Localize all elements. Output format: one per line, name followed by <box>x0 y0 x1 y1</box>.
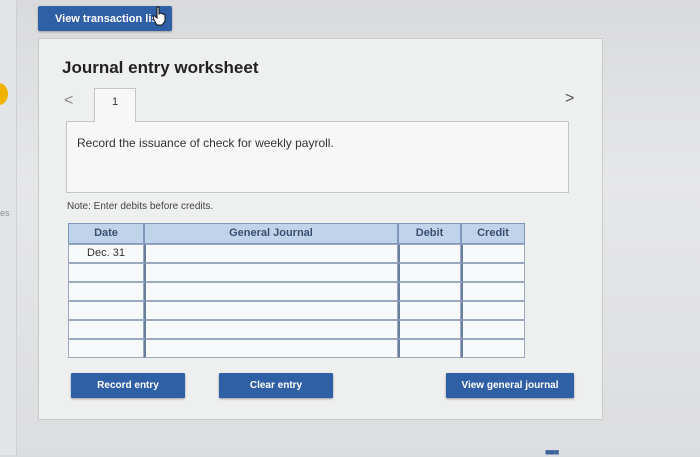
column-header-date: Date <box>68 223 144 244</box>
column-header-debit: Debit <box>398 223 461 244</box>
left-sidebar-edge <box>0 0 17 455</box>
date-cell[interactable] <box>68 282 144 301</box>
clear-entry-button[interactable]: Clear entry <box>219 373 333 398</box>
account-select-cell[interactable] <box>144 320 398 339</box>
hand-pointer-icon <box>152 6 166 26</box>
journal-entry-table: Date General Journal Debit Credit Dec. 3… <box>68 223 525 360</box>
table-row <box>68 339 525 358</box>
column-header-general-journal: General Journal <box>144 223 398 244</box>
date-cell[interactable] <box>68 339 144 358</box>
debit-input-cell[interactable] <box>398 244 461 263</box>
credit-input-cell[interactable] <box>461 339 525 358</box>
account-select-cell[interactable] <box>144 339 398 358</box>
debit-input-cell[interactable] <box>398 263 461 282</box>
table-row <box>68 282 525 301</box>
credit-input-cell[interactable] <box>461 244 525 263</box>
credit-input-cell[interactable] <box>461 263 525 282</box>
debits-note: Note: Enter debits before credits. <box>67 201 214 212</box>
credit-input-cell[interactable] <box>461 301 525 320</box>
debit-input-cell[interactable] <box>398 339 461 358</box>
entry-tab-number: 1 <box>111 96 119 108</box>
account-select-cell[interactable] <box>144 301 398 320</box>
date-cell[interactable] <box>68 263 144 282</box>
record-entry-button[interactable]: Record entry <box>71 373 185 398</box>
column-header-credit: Credit <box>461 223 525 244</box>
more-dots-icon: ■■■ <box>545 447 559 457</box>
date-cell[interactable] <box>68 320 144 339</box>
date-cell[interactable]: Dec. 31 <box>68 244 144 263</box>
account-select-cell[interactable] <box>144 282 398 301</box>
table-row <box>68 263 525 282</box>
table-row: Dec. 31 <box>68 244 525 263</box>
debit-input-cell[interactable] <box>398 282 461 301</box>
credit-input-cell[interactable] <box>461 282 525 301</box>
account-select-cell[interactable] <box>144 244 398 263</box>
instruction-box: Record the issuance of check for weekly … <box>66 121 569 193</box>
view-general-journal-button[interactable]: View general journal <box>446 373 574 398</box>
table-row <box>68 320 525 339</box>
debit-input-cell[interactable] <box>398 301 461 320</box>
debit-input-cell[interactable] <box>398 320 461 339</box>
worksheet-title: Journal entry worksheet <box>62 58 259 77</box>
view-transaction-list-label: View transaction list <box>55 12 162 25</box>
credit-input-cell[interactable] <box>461 320 525 339</box>
entry-tab-1[interactable]: 1 <box>94 88 136 122</box>
table-row <box>68 301 525 320</box>
date-cell[interactable] <box>68 301 144 320</box>
previous-entry-arrow-icon[interactable]: < <box>64 92 73 110</box>
next-entry-arrow-icon[interactable]: > <box>565 90 574 108</box>
account-select-cell[interactable] <box>144 263 398 282</box>
sidebar-label-fragment: es <box>0 208 10 218</box>
instruction-text: Record the issuance of check for weekly … <box>77 136 334 150</box>
